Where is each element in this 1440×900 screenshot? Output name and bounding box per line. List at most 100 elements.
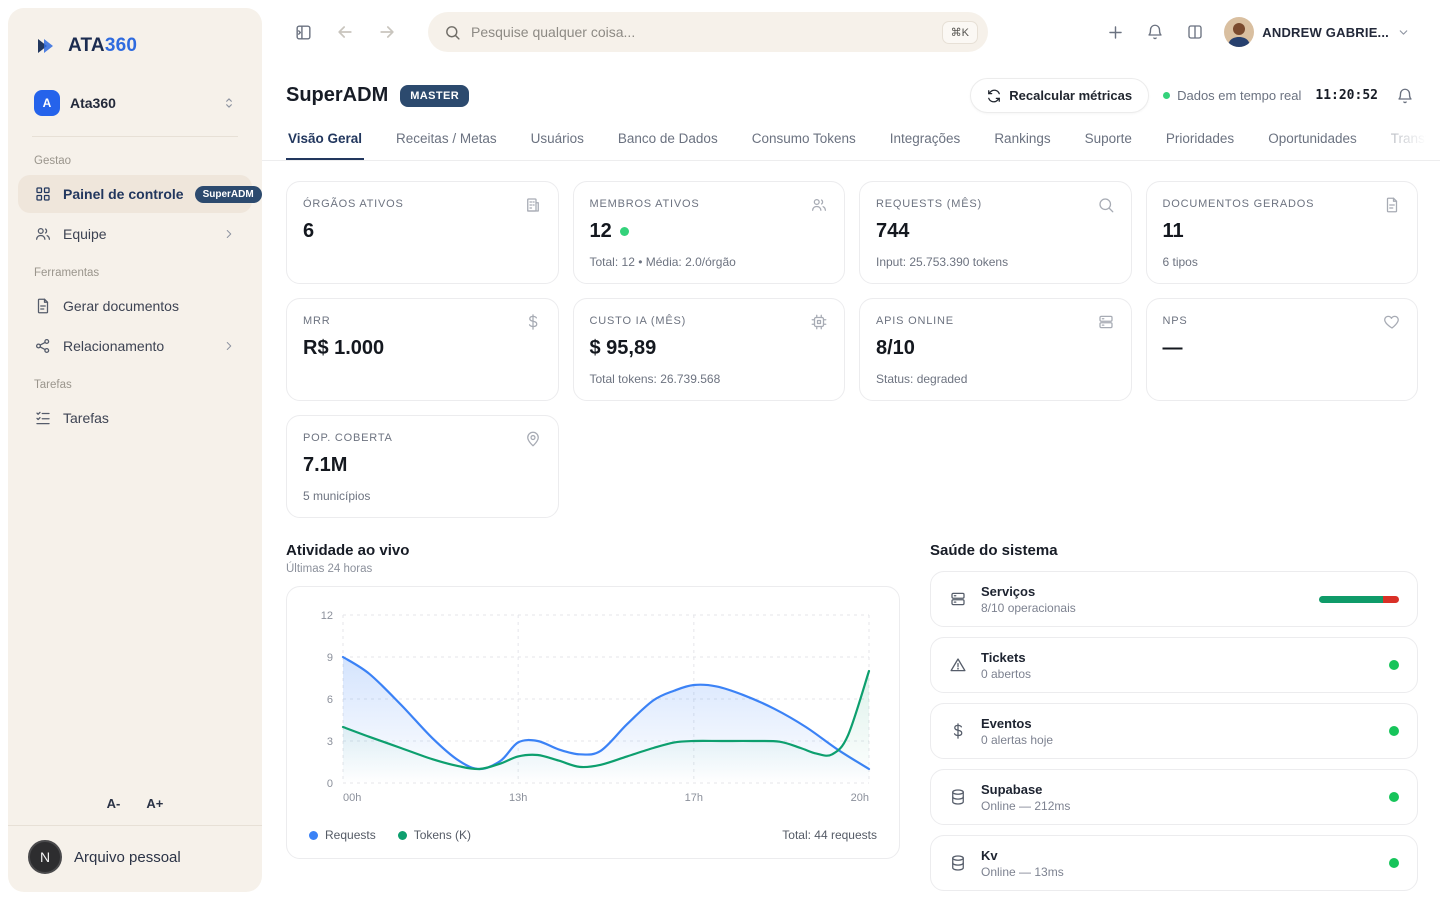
legend-item: Tokens (K): [397, 828, 471, 842]
svg-text:13h: 13h: [509, 792, 527, 804]
search-input[interactable]: Pesquise qualquer coisa... ⌘K: [428, 12, 988, 52]
font-increase-button[interactable]: A+: [146, 796, 163, 811]
tab-rankings[interactable]: Rankings: [992, 131, 1052, 160]
health-name: Kv: [981, 847, 998, 863]
svg-text:12: 12: [321, 610, 333, 622]
dollar-icon: [524, 313, 542, 331]
personal-archive-avatar: N: [28, 840, 62, 874]
tab-transferegov[interactable]: TransfereGov: [1389, 131, 1440, 160]
sidebar-item-label: Tarefas: [63, 410, 109, 426]
header-bell-icon[interactable]: [1392, 83, 1418, 109]
brand-name: ATA360: [68, 35, 138, 56]
nav-forward-icon[interactable]: [370, 15, 404, 49]
document-icon: [1383, 196, 1401, 214]
master-badge: MASTER: [400, 84, 470, 107]
font-decrease-button[interactable]: A-: [107, 796, 121, 811]
tab-banco-de-dados[interactable]: Banco de Dados: [616, 131, 720, 160]
metric-label: MRR: [303, 315, 331, 327]
health-subtext: 8/10 operacionais: [981, 600, 1076, 615]
sidebar-item-badge: SuperADM: [194, 185, 262, 203]
chart-legend: Requests Tokens (K) Total: 44 requests: [299, 822, 883, 848]
metric-subtext: 6 tipos: [1162, 255, 1198, 269]
svg-text:0: 0: [327, 778, 333, 790]
metric-value: —: [1162, 337, 1183, 359]
tab-prioridades[interactable]: Prioridades: [1164, 131, 1236, 160]
sidebar-section-label: Gestao: [34, 155, 72, 167]
health-ok-dot: [1389, 726, 1399, 736]
tab-suporte[interactable]: Suporte: [1083, 131, 1134, 160]
bell-icon[interactable]: [1138, 15, 1172, 49]
sidebar-toggle-icon[interactable]: [286, 15, 320, 49]
sidebar-item-label: Relacionamento: [63, 338, 165, 354]
metric-card-nps: NPS —: [1145, 298, 1418, 401]
metric-value: 12: [590, 220, 829, 243]
health-name: Eventos: [981, 715, 1032, 731]
user-avatar: [1224, 17, 1255, 47]
health-subtext: 0 abertos: [981, 666, 1032, 681]
topbar: Pesquise qualquer coisa... ⌘K ANDREW GAB…: [262, 0, 1440, 64]
metric-value: 11: [1162, 220, 1184, 242]
dashboard-icon: [34, 185, 52, 203]
tab-consumo-tokens[interactable]: Consumo Tokens: [750, 131, 858, 160]
tab-oportunidades[interactable]: Oportunidades: [1266, 131, 1359, 160]
chevron-down-icon: [1397, 26, 1410, 39]
metric-label: APIS ONLINE: [876, 315, 954, 327]
workspace-name: Ata360: [70, 95, 116, 111]
workspace-selector[interactable]: A Ata360: [24, 82, 246, 124]
health-ok-dot: [1389, 858, 1399, 868]
page-title: SuperADM: [286, 84, 389, 106]
clock: 11:20:52: [1315, 88, 1378, 103]
health-item-eventos: Eventos 0 alertas hoje: [930, 703, 1418, 759]
health-subtext: Online — 13ms: [981, 864, 1064, 879]
sidebar-item-gerar-documentos[interactable]: Gerar documentos: [18, 287, 252, 325]
metric-label: DOCUMENTOS GERADOS: [1162, 198, 1315, 210]
metric-card--rg-os-ativos: ÓRGÃOS ATIVOS 6: [286, 181, 559, 284]
activity-line-chart[interactable]: 0 3 6 9 12 00h 13h 17h 20h: [299, 601, 883, 817]
metric-card-custo-ia-m-s-: CUSTO IA (MÊS) $ 95,89 Total tokens: 26.73…: [572, 298, 845, 401]
tab-usu-rios[interactable]: Usuários: [529, 131, 586, 160]
building-icon: [524, 196, 542, 214]
search-icon: [444, 24, 461, 41]
status-dot: [619, 227, 629, 236]
metric-label: REQUESTS (MÊS): [876, 198, 982, 210]
health-name: Supabase: [981, 781, 1043, 797]
tab-integra-es[interactable]: Integrações: [888, 131, 963, 160]
cpu-icon: [810, 313, 828, 331]
sidebar-item-tarefas[interactable]: Tarefas: [18, 399, 252, 437]
main-area: Pesquise qualquer coisa... ⌘K ANDREW GAB…: [262, 0, 1440, 900]
sidebar-item-painel-de-controle[interactable]: Painel de controle SuperADM: [18, 175, 262, 213]
health-item-servi-os: Serviços 8/10 operacionais: [930, 571, 1418, 627]
team-icon: [34, 225, 52, 243]
tab-receitas-metas[interactable]: Receitas / Metas: [394, 131, 499, 160]
tab-vis-o-geral[interactable]: Visão Geral: [286, 131, 365, 160]
sidebar-item-relacionamento[interactable]: Relacionamento: [18, 327, 252, 365]
metric-value: 8/10: [876, 337, 915, 359]
recalculate-metrics-button[interactable]: Recalcular métricas: [970, 78, 1150, 113]
personal-archive[interactable]: N Arquivo pessoal: [8, 825, 262, 892]
activity-section: Atividade ao vivo Últimas 24 horas 0 3 6 9 1…: [286, 542, 900, 891]
server-icon: [1097, 313, 1115, 331]
plus-icon[interactable]: [1098, 15, 1132, 49]
sidebar-item-equipe[interactable]: Equipe: [18, 215, 252, 253]
share-icon: [34, 337, 52, 355]
panel-columns-icon[interactable]: [1178, 15, 1212, 49]
metric-label: POP. COBERTA: [303, 432, 393, 444]
svg-text:3: 3: [327, 736, 333, 748]
sidebar-section-label: Ferramentas: [34, 267, 100, 279]
sidebar-nav: Gestao Painel de controle SuperADM Equipe Fe…: [8, 143, 262, 439]
health-ok-dot: [1389, 792, 1399, 802]
health-name: Tickets: [981, 649, 1026, 665]
heart-icon: [1383, 313, 1401, 331]
refresh-icon: [987, 89, 1001, 103]
nav-back-icon[interactable]: [328, 15, 362, 49]
sidebar-section-label: Tarefas: [34, 379, 72, 391]
chart-total: Total: 44 requests: [782, 828, 877, 842]
metric-value: 744: [876, 220, 910, 242]
database-icon: [949, 854, 967, 872]
metric-value: 6: [303, 220, 315, 242]
tasks-icon: [34, 409, 52, 427]
user-menu[interactable]: ANDREW GABRIE...: [1218, 13, 1416, 51]
search-shortcut-badge: ⌘K: [941, 20, 978, 44]
live-status: Dados em tempo real: [1163, 88, 1301, 103]
metric-card-mrr: MRR R$ 1.000: [286, 298, 559, 401]
